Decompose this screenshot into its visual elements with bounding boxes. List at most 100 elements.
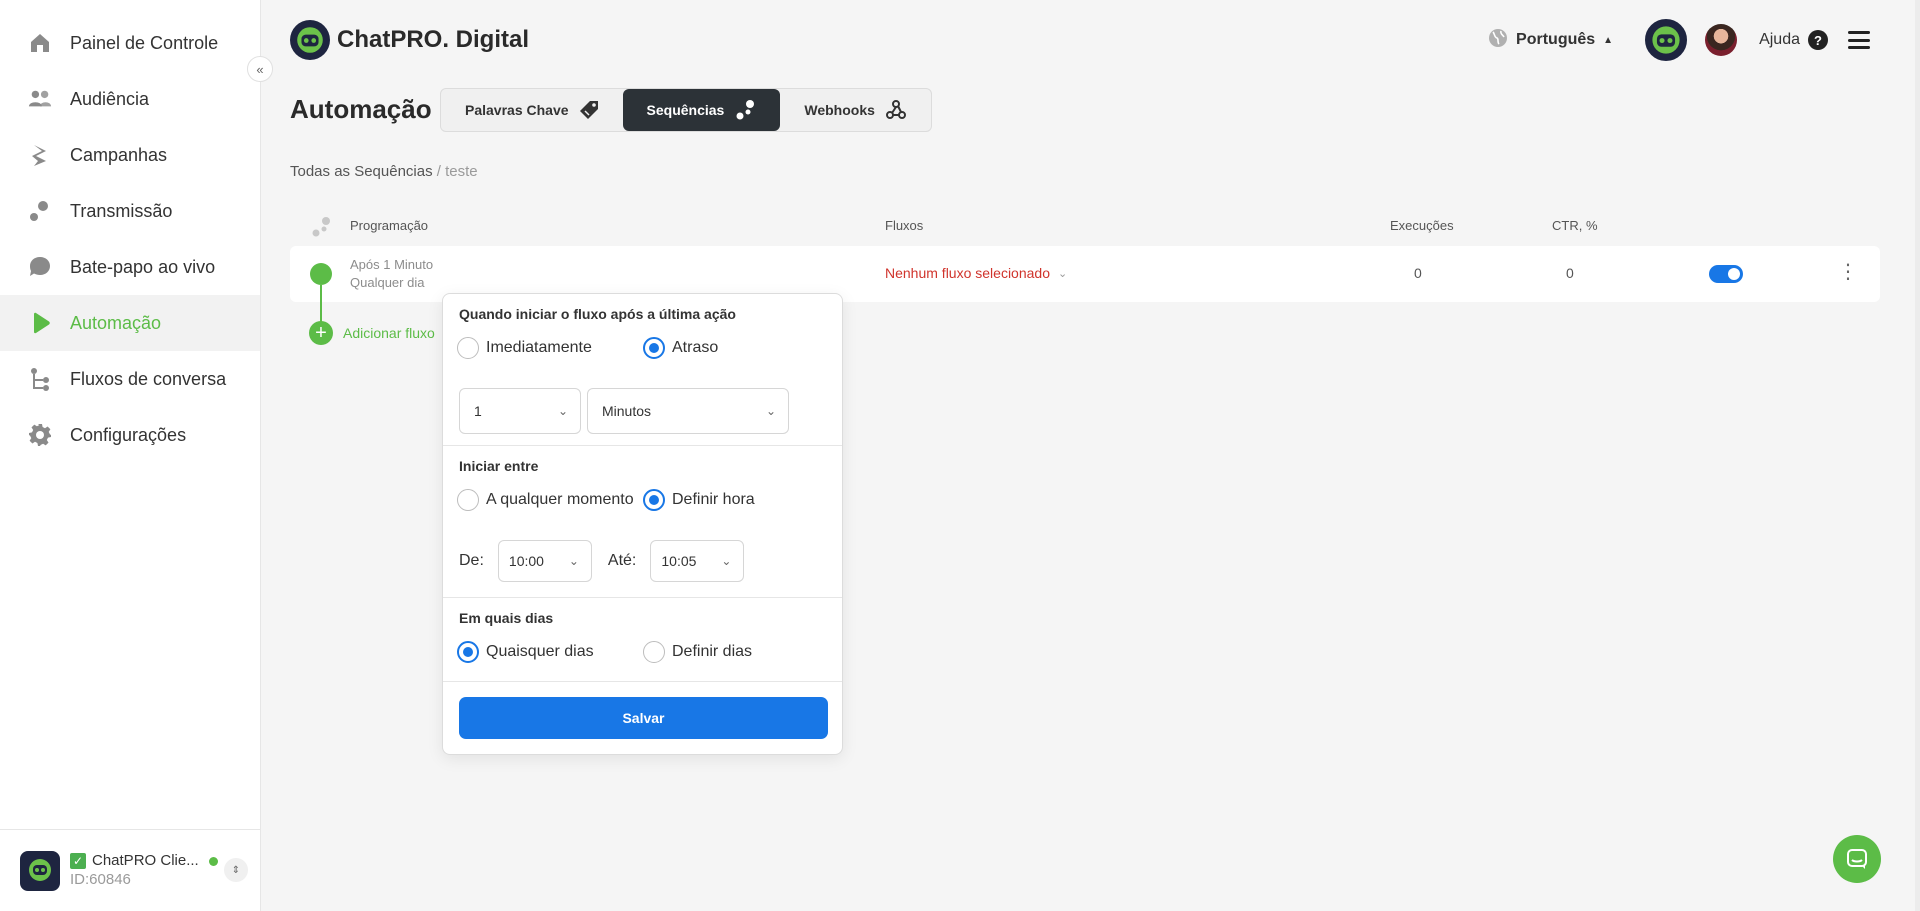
sidebar-item-live-chat[interactable]: Bate-papo ao vivo [0,239,260,295]
sidebar-item-audience[interactable]: Audiência [0,71,260,127]
question-icon: ? [1808,30,1828,50]
user-avatar[interactable] [1705,24,1738,56]
radio-circle [643,489,665,511]
hamburger-menu-icon[interactable] [1848,31,1870,49]
campaign-icon [28,143,52,167]
account-switcher[interactable]: ✓ ChatPRO Clie... ID:60846 ⇕ [0,829,261,911]
support-chat-button[interactable] [1833,835,1881,883]
radio-any-days[interactable]: Quaisquer dias [457,641,643,663]
from-time-select[interactable]: 10:00 ⌄ [497,540,592,582]
radio-circle [643,337,665,359]
home-icon [28,31,52,55]
chevron-down-icon: ⌄ [765,404,776,418]
add-flow-label: Adicionar fluxo [343,325,435,341]
chat-icon [28,255,52,279]
brand[interactable]: ChatPRO. Digital [290,20,529,60]
broadcast-icon [28,199,52,223]
plus-icon: + [309,321,333,345]
switch-account-icon[interactable]: ⇕ [224,858,248,882]
sidebar-item-label: Transmissão [70,200,173,221]
sidebar-item-dashboard[interactable]: Painel de Controle [0,15,260,71]
tag-icon [579,100,599,120]
verified-check-icon: ✓ [70,853,86,870]
radio-any-time[interactable]: A qualquer momento [457,489,643,511]
add-flow-button[interactable]: + Adicionar fluxo [309,321,435,345]
column-header-ctr: CTR, % [1552,218,1598,233]
days-title: Em quais dias [459,610,554,626]
play-icon [28,311,52,335]
sequence-icon [734,99,756,121]
schedule-popover: Quando iniciar o fluxo após a última açã… [442,293,843,755]
bot-avatar[interactable] [1645,19,1688,61]
flow-icon [28,367,52,391]
tab-keywords[interactable]: Palavras Chave [441,89,623,131]
radio-delay[interactable]: Atraso [643,337,718,359]
sidebar-item-label: Painel de Controle [70,32,219,53]
tab-sequences[interactable]: Sequências [622,89,781,131]
header-actions: Português ▲ Ajuda ? [1488,19,1870,61]
delay-unit-select[interactable]: Minutos ⌄ [587,388,789,434]
sidebar-nav: Painel de Controle Audiência Campanhas T… [0,0,260,463]
radio-circle [457,489,479,511]
sidebar-item-broadcast[interactable]: Transmissão [0,183,260,239]
page-scrollbar[interactable] [1915,0,1920,911]
days-section: Em quais dias Quaisquer dias Definir dia… [443,598,842,682]
time-range: De: 10:00 ⌄ Até: 10:05 ⌄ [459,540,745,582]
column-header-flows: Fluxos [885,218,924,233]
brand-logo-icon [290,20,330,60]
sidebar-item-label: Bate-papo ao vivo [70,256,216,277]
sidebar-item-automation[interactable]: Automação [0,295,260,351]
online-status-dot [208,856,218,866]
sidebar: Painel de Controle Audiência Campanhas T… [0,0,261,911]
to-label: Até: [607,552,637,569]
sidebar-item-label: Configurações [70,424,187,445]
collapse-sidebar-button[interactable]: « [247,56,273,82]
account-name: ChatPRO Clie... [92,851,199,869]
help-label: Ajuda [1759,31,1800,48]
chevron-down-icon: ⌄ [557,404,568,418]
sidebar-item-settings[interactable]: Configurações [0,407,260,463]
sidebar-item-flows[interactable]: Fluxos de conversa [0,351,260,407]
radio-immediately[interactable]: Imediatamente [457,337,643,359]
language-selector[interactable]: Português ▲ [1488,28,1613,53]
start-timing-title: Quando iniciar o fluxo após a última açã… [459,306,736,322]
double-chevron-left-icon: « [256,61,264,77]
gear-icon [28,423,52,447]
robot-logo-icon [29,858,51,881]
chevron-down-icon: ⌄ [568,554,579,568]
language-label: Português [1516,31,1596,48]
sidebar-item-label: Audiência [70,88,150,109]
sidebar-item-label: Fluxos de conversa [70,368,227,389]
table-header: Programação Fluxos Execuções CTR, % [290,216,1880,237]
to-time-select[interactable]: 10:05 ⌄ [650,540,745,582]
radio-circle [457,337,479,359]
sidebar-item-campaigns[interactable]: Campanhas [0,127,260,183]
sequence-icon [310,216,332,241]
start-between-title: Iniciar entre [459,458,539,474]
radio-circle [643,641,665,663]
schedule-cell[interactable]: Após 1 Minuto Qualquer dia [350,256,433,292]
chat-bubble-icon [1847,849,1867,869]
users-icon [28,87,52,111]
radio-set-days[interactable]: Definir dias [643,641,752,663]
brand-name: ChatPRO. Digital [337,26,530,53]
executions-value: 0 [1414,265,1422,281]
breadcrumb-root[interactable]: Todas as Sequências [290,163,433,180]
column-header-schedule: Programação [350,218,429,233]
sidebar-item-label: Automação [70,312,162,333]
more-options-icon[interactable]: ⋮ [1838,262,1858,282]
globe-icon [1488,28,1508,53]
radio-set-time[interactable]: Definir hora [643,489,755,511]
page-title: Automação [290,94,432,124]
column-header-executions: Execuções [1390,218,1454,233]
tab-webhooks[interactable]: Webhooks [780,89,931,131]
help-button[interactable]: Ajuda ? [1759,30,1828,50]
save-button[interactable]: Salvar [459,697,828,739]
delay-amount-select[interactable]: 1 ⌄ [459,388,581,434]
chevron-down-icon: ⌄ [1058,267,1068,280]
start-timing-section: Quando iniciar o fluxo após a última açã… [443,294,842,446]
step-indicator [310,263,332,285]
account-info: ✓ ChatPRO Clie... ID:60846 [70,852,218,890]
enabled-toggle[interactable] [1709,265,1743,283]
flow-selector[interactable]: Nenhum fluxo selecionado ⌄ [885,265,1067,281]
